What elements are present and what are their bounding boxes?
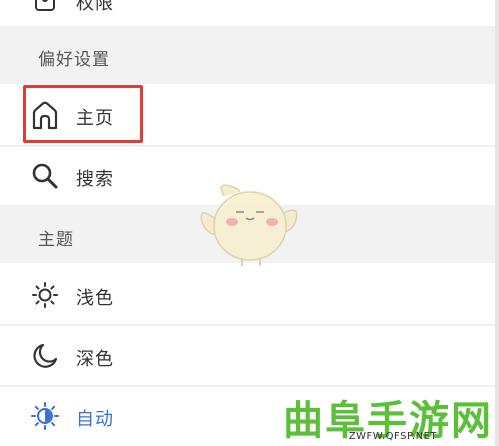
section-preferences-label: 偏好设置 [38,50,110,70]
settings-panel: 权限 偏好设置 主页 搜索 主题 浅色 深色 自动 曲阜手游网 ZWFW.QFS… [0,0,499,446]
permissions-icon [30,0,60,18]
sun-outline-icon [30,280,60,310]
watermark-url: ZWFW.QFSP.NET [348,431,437,442]
theme-option-dark-label: 深色 [76,349,114,370]
highlight-box [23,85,143,143]
search-icon [30,161,60,191]
theme-option-auto-label: 自动 [76,409,114,430]
section-theme-label: 主题 [38,230,74,250]
moon-icon [30,341,60,371]
settings-item-permissions-label: 权限 [76,0,114,14]
section-header-preferences: 偏好设置 [0,26,499,84]
theme-option-light[interactable]: 浅色 [0,263,499,325]
scroll-edge [495,0,499,446]
theme-option-light-label: 浅色 [76,288,114,309]
mascot-watermark-image [196,178,304,270]
settings-item-permissions[interactable]: 权限 [0,0,499,26]
auto-brightness-icon [30,401,60,431]
settings-item-search-label: 搜索 [76,169,114,190]
theme-option-dark[interactable]: 深色 [0,326,499,386]
